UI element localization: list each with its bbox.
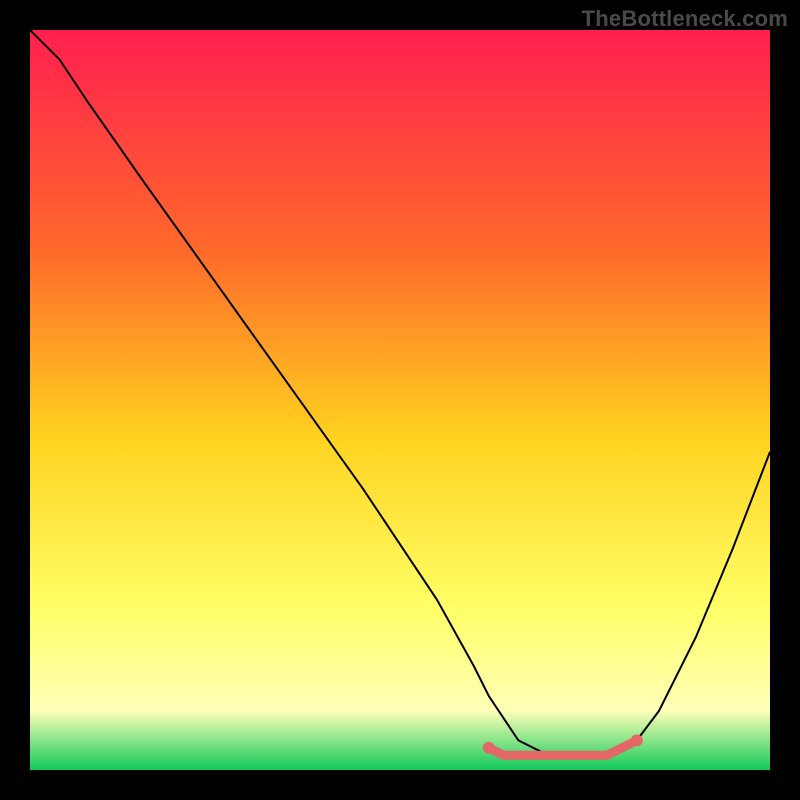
chart-frame: TheBottleneck.com bbox=[0, 0, 800, 800]
marker-dot bbox=[631, 734, 643, 746]
watermark-text: TheBottleneck.com bbox=[582, 6, 788, 32]
chart-svg bbox=[30, 30, 770, 770]
plot-area bbox=[30, 30, 770, 770]
marker-dot bbox=[483, 742, 495, 754]
gradient-background bbox=[30, 30, 770, 770]
